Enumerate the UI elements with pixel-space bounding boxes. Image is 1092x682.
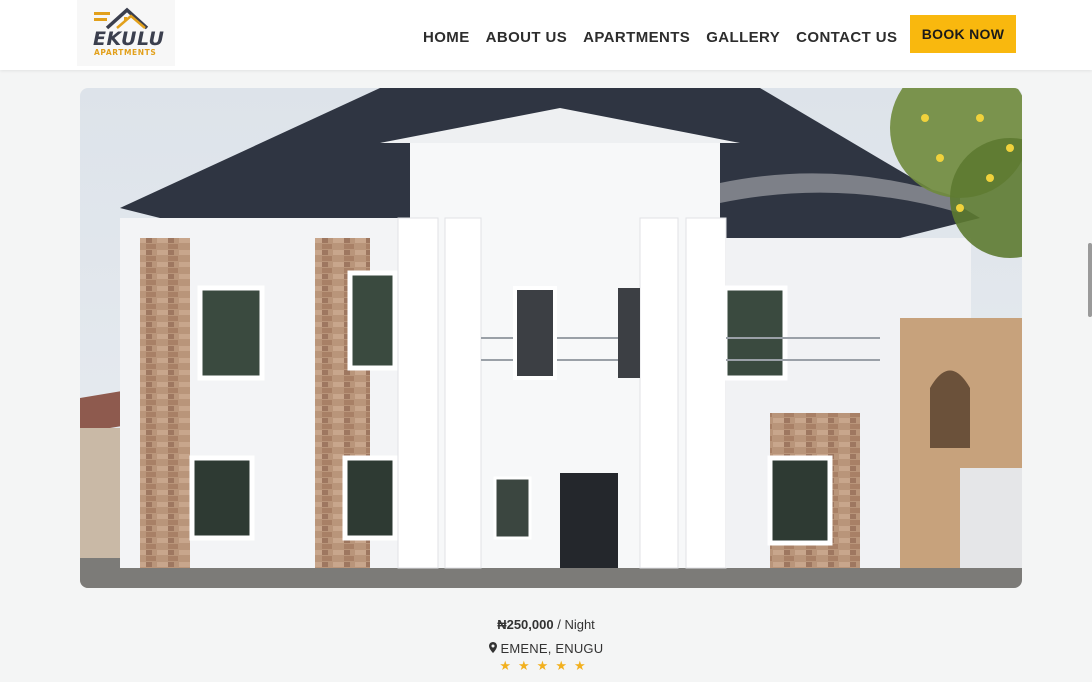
scrollbar-thumb[interactable]	[1088, 243, 1092, 317]
listing-price: ₦250,000 / Night	[0, 617, 1092, 632]
apartment-building-image	[80, 88, 1022, 588]
book-now-button[interactable]: BOOK NOW	[910, 15, 1016, 53]
nav-about-us[interactable]: ABOUT US	[486, 29, 568, 46]
brand-name: EKULU	[93, 28, 165, 50]
price-unit: / Night	[557, 617, 595, 632]
nav-apartments[interactable]: APARTMENTS	[583, 29, 690, 46]
location-text: EMENE, ENUGU	[500, 641, 604, 656]
star-rating: ★★★★★	[499, 658, 593, 673]
site-header: EKULU APARTMENTS HOME ABOUT US APARTMENT…	[0, 0, 1092, 70]
price-amount: ₦250,000	[497, 617, 554, 632]
brand-tagline: APARTMENTS	[94, 48, 157, 57]
brand-logo[interactable]: EKULU APARTMENTS	[77, 0, 175, 66]
nav-gallery[interactable]: GALLERY	[706, 29, 780, 46]
nav-home[interactable]: HOME	[423, 29, 470, 46]
main-nav: HOME ABOUT US APARTMENTS GALLERY CONTACT…	[423, 27, 913, 47]
apartment-photo[interactable]	[80, 88, 1022, 588]
nav-contact-us[interactable]: CONTACT US	[796, 29, 897, 46]
map-marker-icon	[488, 641, 501, 656]
listing-location: EMENE, ENUGU	[0, 641, 1092, 656]
